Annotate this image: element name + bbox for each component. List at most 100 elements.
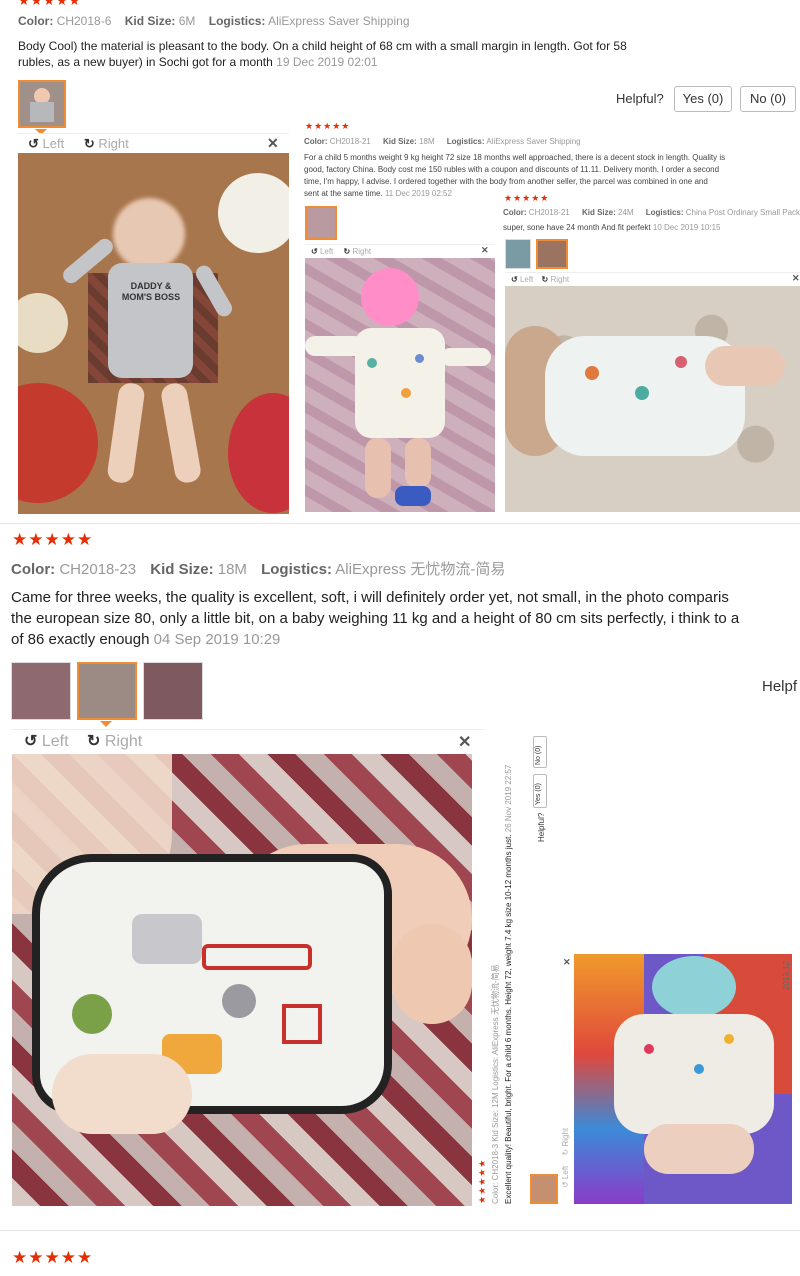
rotate-left-icon: ↺: [311, 247, 318, 256]
rotate-left-icon: ↺: [24, 733, 38, 750]
review-date: 19 Dec 2019 02:01: [276, 55, 378, 69]
size-label: Kid Size:: [581, 208, 616, 217]
review-text-line: For a child 5 months weight 9 kg height …: [304, 153, 726, 162]
embedded-thumbnail[interactable]: [305, 206, 337, 240]
review-thumbnail[interactable]: [143, 662, 203, 720]
embedded-review-meta: Color: CH2018-21 Kid Size: 18M Logistics…: [304, 137, 591, 146]
logistics-label: Logistics:: [261, 561, 332, 578]
size-label: Kid Size:: [382, 137, 417, 146]
review-date: 11 Dec 2019 02:52: [384, 189, 452, 198]
review-date: 04 Sep 2019 10:29: [153, 631, 281, 648]
rotate-left-label: Left: [319, 247, 334, 256]
review-text-line: Came for three weeks, the quality is exc…: [11, 589, 729, 606]
rotate-right-icon: ↻: [561, 1148, 570, 1156]
review-text-line: Excellent quality! Beautiful, bright. Fo…: [504, 834, 513, 1204]
review-thumbnail[interactable]: [18, 80, 66, 128]
rotate-right-label: Right: [104, 733, 143, 750]
helpful-no-button[interactable]: No (0): [740, 86, 796, 112]
heart-sticker: [361, 268, 419, 326]
rotate-right-button[interactable]: ↻ Right: [84, 136, 129, 151]
size-value: 24M: [617, 208, 634, 217]
rotate-left-button[interactable]: ↺ Left: [28, 136, 64, 151]
rotate-left-label: Left: [561, 1165, 570, 1180]
review-text: Came for three weeks, the quality is exc…: [11, 587, 800, 650]
rotate-right-button[interactable]: ↻ Right: [561, 1128, 570, 1156]
close-icon[interactable]: ✕: [267, 135, 279, 152]
size-label: Kid Size:: [124, 14, 176, 28]
rotate-left-button[interactable]: ↺ Left: [561, 1166, 570, 1188]
embedded-thumbnail[interactable]: [505, 239, 531, 269]
embedded-review-meta: Color: CH2018-21 Kid Size: 24M Logistics…: [503, 208, 800, 217]
shirt-print: DADDY & MOM'S BOSS: [121, 281, 181, 302]
helpful-yes-label: Yes (0): [535, 783, 542, 805]
close-icon[interactable]: ✕: [481, 245, 489, 256]
rotate-left-button[interactable]: ↺ Left: [24, 733, 69, 750]
color-label: Color:: [304, 137, 328, 146]
logistics-label: Logistics:: [645, 208, 684, 217]
embedded-photo[interactable]: [505, 286, 800, 512]
close-icon[interactable]: ✕: [792, 273, 800, 284]
rotate-left-icon: ↺: [28, 136, 39, 151]
helpful-yes-button[interactable]: Yes (0): [674, 86, 732, 112]
rotate-right-label: Right: [550, 275, 570, 284]
helpful-no-button[interactable]: No (0): [533, 736, 547, 768]
embedded-thumbnail[interactable]: [536, 239, 568, 269]
logistics-label: Logistics:: [208, 14, 266, 28]
rotate-right-button[interactable]: ↻ Right: [344, 247, 372, 256]
size-label: Kid Size:: [150, 561, 214, 578]
color-value: CH2018-21: [329, 137, 371, 146]
rotate-left-label: Left: [41, 733, 69, 750]
helpful-yes-button[interactable]: Yes (0): [533, 774, 547, 808]
rotate-left-button[interactable]: ↺ Left: [311, 247, 333, 256]
review-photo[interactable]: DADDY & MOM'S BOSS: [18, 153, 289, 514]
rotate-right-icon: ↻: [83, 136, 95, 151]
review-text-line: good, factory China. Body cost me 150 ru…: [304, 165, 720, 174]
rotate-right-icon: ↻: [87, 733, 101, 750]
review-thumbnail[interactable]: [11, 662, 71, 720]
embedded-review-text: Excellent quality! Beautiful, bright. Fo…: [504, 765, 513, 1204]
logistics-value: AliExpress 无忧物流-简易: [335, 561, 506, 578]
rotate-right-label: Right: [98, 136, 129, 151]
helpful-label: Helpful?: [616, 91, 664, 106]
color-label: Color:: [18, 14, 54, 28]
review-divider: [0, 523, 800, 524]
embedded-toolbar: ↺ Left ↻ Right: [561, 1128, 570, 1188]
embedded-review-text: For a child 5 months weight 9 kg height …: [304, 152, 800, 200]
rotate-right-icon: ↻: [541, 275, 549, 284]
color-value: CH2018-21: [528, 208, 570, 217]
rotate-left-icon: ↺: [561, 1181, 570, 1188]
embedded-toolbar: ↺ Left ↻ Right: [505, 272, 800, 286]
rotate-right-button[interactable]: ↻ Right: [87, 733, 142, 750]
logistics-value: AliExpress Saver Shipping: [268, 14, 410, 28]
embedded-photo[interactable]: [305, 258, 495, 512]
rotate-right-button[interactable]: ↻ Right: [542, 275, 570, 284]
review-meta: Color: CH2018-6 Kid Size: 6M Logistics: …: [18, 14, 420, 28]
review-text-line: the european size 80, only a little bit,…: [11, 610, 740, 627]
logistics-value: China Post Ordinary Small Packet Pl: [685, 208, 800, 217]
review-text-line: Body Cool) the material is pleasant to t…: [18, 39, 627, 53]
review-photo[interactable]: [12, 754, 472, 1206]
color-label: Color:: [503, 208, 527, 217]
rotate-right-icon: ↻: [343, 247, 351, 256]
review-stars: ★★★★★: [18, 0, 82, 8]
review-meta: Color: CH2018-23 Kid Size: 18M Logistics…: [11, 558, 515, 579]
review-text-line: time, I'm happy, I advise. I ordered tog…: [304, 177, 708, 186]
review-text-line: sent at the same time.: [304, 189, 383, 198]
review-thumbnail[interactable]: [77, 662, 137, 720]
close-icon[interactable]: ✕: [458, 732, 471, 752]
logistics-value: AliExpress Saver Shipping: [486, 137, 581, 146]
review-text-line: of 86 exactly enough: [11, 631, 150, 648]
side-date: 2019.12: [782, 961, 791, 990]
embedded-thumbnail[interactable]: [530, 1174, 558, 1204]
selected-arrow: [100, 721, 112, 727]
color-label: Color:: [11, 561, 56, 578]
rotate-left-icon: ↺: [511, 275, 518, 284]
size-value: 18M: [418, 137, 435, 146]
review-stars: ★★★★★: [12, 530, 94, 549]
embedded-photo[interactable]: [574, 954, 792, 1204]
embedded-review-meta: Color: CH2018-3 Kid Size: 12M Logistics:…: [491, 964, 500, 1204]
close-icon[interactable]: ✕: [563, 957, 571, 968]
rotate-left-button[interactable]: ↺ Left: [511, 275, 533, 284]
review-date: 26 Nov 2019 22:57: [504, 764, 513, 833]
embedded-review-stars: ★★★★★: [477, 1158, 487, 1204]
